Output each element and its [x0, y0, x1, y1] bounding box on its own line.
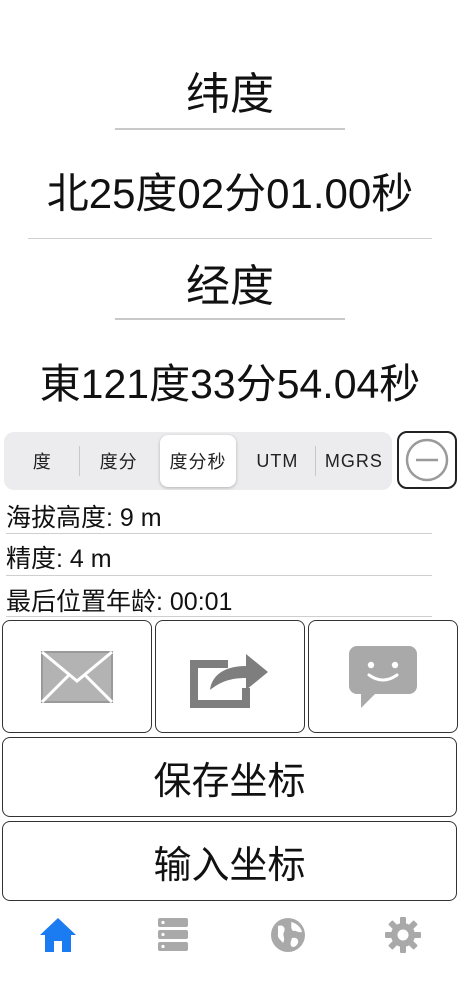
minus-button[interactable] [397, 431, 457, 489]
tab-bar [0, 905, 460, 965]
format-option-degrees-minutes[interactable]: 度分 [80, 432, 156, 490]
latitude-title-underline [115, 128, 345, 130]
accuracy-text: 精度: 4 m [6, 545, 112, 573]
input-coordinates-label: 输入坐标 [153, 844, 306, 887]
format-option-mgrs[interactable]: MGRS [316, 432, 392, 490]
longitude-title: 经度 [186, 262, 274, 311]
longitude-title-underline [115, 318, 345, 320]
divider [28, 238, 432, 239]
longitude-value: 東121度33分54.04秒 [39, 361, 421, 407]
tab-list[interactable] [148, 913, 198, 957]
divider [6, 575, 432, 576]
minus-circle-icon [405, 438, 449, 482]
envelope-icon [41, 650, 113, 703]
globe-icon [271, 918, 305, 952]
gear-icon [385, 917, 421, 953]
format-option-dms[interactable]: 度分秒 [159, 435, 237, 487]
tab-globe[interactable] [263, 913, 313, 957]
share-icon [190, 653, 268, 708]
save-coordinates-label: 保存坐标 [153, 760, 306, 803]
save-coordinates-button[interactable]: 保存坐标 [2, 737, 457, 817]
email-button[interactable] [2, 620, 152, 733]
tab-settings[interactable] [378, 913, 428, 957]
input-coordinates-button[interactable]: 输入坐标 [2, 821, 457, 901]
tab-home[interactable] [33, 913, 83, 957]
divider [6, 616, 432, 617]
message-bubble-icon [349, 645, 417, 708]
altitude-text: 海拔高度: 9 m [6, 504, 162, 532]
list-icon [158, 918, 188, 951]
format-option-degrees[interactable]: 度 [4, 432, 81, 490]
format-option-utm[interactable]: UTM [239, 432, 317, 490]
share-button[interactable] [155, 620, 305, 733]
coordinate-format-selector: 度 度分 度分秒 UTM MGRS [4, 432, 392, 490]
last-location-age-text: 最后位置年龄: 00:01 [6, 588, 233, 616]
latitude-title: 纬度 [186, 70, 274, 119]
message-button[interactable] [308, 620, 458, 733]
latitude-value: 北25度02分01.00秒 [46, 170, 414, 217]
divider [6, 533, 432, 534]
home-icon [40, 918, 76, 952]
